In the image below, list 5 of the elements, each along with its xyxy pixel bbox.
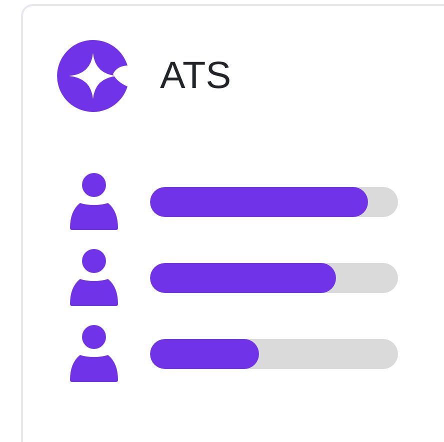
logo-icon — [57, 40, 129, 112]
person-icon — [70, 173, 118, 230]
person-icon — [70, 249, 118, 306]
app-title: ATS — [160, 54, 232, 98]
person-icon — [70, 325, 118, 382]
